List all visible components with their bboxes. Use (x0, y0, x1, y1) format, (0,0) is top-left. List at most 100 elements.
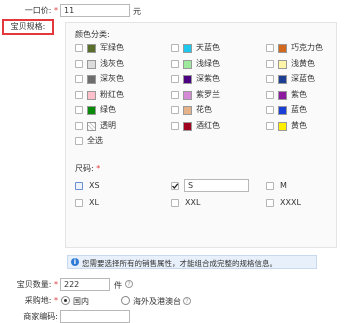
color-checkbox[interactable] (266, 59, 274, 68)
color-name: 透明 (100, 120, 116, 130)
size-checkbox[interactable] (266, 182, 274, 190)
location-label-row: 采购地: * (0, 295, 58, 307)
color-name: 紫罗兰 (196, 89, 220, 99)
color-checkbox[interactable] (75, 44, 83, 52)
price-input[interactable]: 11 (60, 4, 130, 17)
spec-notice: i 您需要选择所有的销售属性，才能组合成完整的规格信息。 (67, 255, 317, 269)
color-swatch (183, 106, 192, 115)
color-swatch (87, 75, 96, 84)
color-name: 蓝色 (291, 105, 307, 114)
price-label: 一口价: (24, 6, 52, 15)
color-checkbox[interactable] (266, 75, 274, 83)
color-checkbox[interactable] (75, 75, 83, 83)
select-all-checkbox[interactable] (75, 137, 83, 145)
size-name: XXXL (280, 198, 301, 207)
required-star: * (54, 6, 58, 15)
size-title-text: 尺码: (75, 164, 94, 173)
price-unit: 元 (133, 7, 141, 16)
color-name: 深灰色 (100, 74, 124, 83)
color-name: 军绿色 (100, 43, 124, 52)
size-name: XL (89, 198, 99, 207)
color-name: 天蓝色 (196, 43, 220, 52)
color-checkbox[interactable] (75, 121, 83, 130)
color-swatch (183, 59, 192, 69)
color-swatch (87, 106, 96, 115)
select-all-label: 全选 (87, 136, 103, 145)
radio-overseas-label: 海外及港澳台 (133, 297, 181, 306)
merchant-code-row: 商家编码: (0, 311, 58, 323)
size-checkbox[interactable] (171, 182, 179, 190)
color-swatch (87, 121, 96, 131)
color-name: 浅灰色 (100, 58, 124, 68)
color-swatch (278, 106, 287, 115)
merchant-code-input[interactable] (60, 310, 130, 323)
color-swatch (278, 44, 287, 53)
color-swatch (183, 75, 192, 84)
color-checkbox[interactable] (266, 106, 274, 114)
color-swatch (278, 121, 287, 131)
color-swatch (278, 90, 287, 100)
color-checkbox[interactable] (266, 90, 274, 99)
merchant-code-label: 商家编码: (23, 312, 58, 321)
color-checkbox[interactable] (171, 44, 179, 52)
help-icon[interactable]: ? (183, 297, 191, 305)
size-checkbox[interactable] (75, 199, 83, 207)
color-checkbox[interactable] (75, 90, 83, 99)
required-star: * (54, 280, 58, 289)
quantity-label-row: 宝贝数量: * (0, 279, 58, 291)
color-checkbox[interactable] (171, 106, 179, 114)
color-checkbox[interactable] (75, 59, 83, 68)
color-name: 深紫色 (196, 74, 220, 83)
color-checkbox[interactable] (266, 121, 274, 130)
color-checkbox[interactable] (171, 90, 179, 99)
required-star: * (96, 164, 101, 173)
size-checkbox[interactable] (266, 199, 274, 207)
color-swatch (183, 90, 192, 100)
spec-label: 宝贝规格: (10, 22, 46, 31)
price-label-row: 一口价: * (0, 5, 58, 17)
size-checkbox[interactable] (75, 182, 83, 190)
help-icon[interactable]: ? (125, 280, 133, 288)
location-label: 采购地: (24, 296, 52, 305)
radio-domestic-label: 国内 (73, 297, 89, 306)
size-title: 尺码: * (75, 163, 100, 174)
color-swatch (183, 121, 192, 131)
quantity-input[interactable]: 222 (60, 278, 110, 291)
size-name: XS (89, 181, 100, 190)
size-checkbox[interactable] (171, 199, 179, 207)
color-name: 酒红色 (196, 120, 220, 130)
color-checkbox[interactable] (171, 59, 179, 68)
color-name: 巧克力色 (291, 43, 323, 52)
color-name: 绿色 (100, 105, 116, 114)
color-swatch (87, 90, 96, 100)
required-star: * (54, 296, 58, 305)
color-name: 紫色 (291, 89, 307, 99)
spec-label-highlight: 宝贝规格: (2, 19, 54, 35)
color-name: 花色 (196, 105, 212, 114)
color-swatch (183, 44, 192, 53)
color-name: 浅黄色 (291, 58, 315, 68)
info-icon: i (71, 258, 79, 266)
notice-text: 您需要选择所有的销售属性，才能组合成完整的规格信息。 (82, 259, 277, 268)
size-name: M (280, 181, 287, 190)
color-swatch (278, 75, 287, 84)
size-alias-input[interactable]: S (184, 179, 249, 192)
radio-domestic[interactable] (61, 296, 70, 305)
color-checkbox[interactable] (171, 75, 179, 83)
color-name: 深蓝色 (291, 74, 315, 83)
quantity-unit: 件 (114, 281, 122, 290)
color-name: 浅绿色 (196, 58, 220, 68)
color-category-title: 颜色分类: (75, 30, 110, 39)
color-checkbox[interactable] (266, 44, 274, 52)
color-swatch (87, 44, 96, 53)
color-checkbox[interactable] (75, 106, 83, 114)
quantity-label: 宝贝数量: (16, 280, 52, 289)
size-name: XXL (185, 198, 201, 207)
color-swatch (278, 59, 287, 69)
color-name: 黄色 (291, 120, 307, 130)
color-name: 粉红色 (100, 89, 124, 99)
color-swatch (87, 59, 96, 69)
spec-panel: 颜色分类: 军绿色 天蓝色 巧克力色浅灰色 浅绿色 浅黄色深灰色 深紫色 深蓝色粉红色 紫罗兰… (65, 22, 337, 248)
radio-overseas[interactable] (121, 296, 130, 305)
color-checkbox[interactable] (171, 121, 179, 130)
